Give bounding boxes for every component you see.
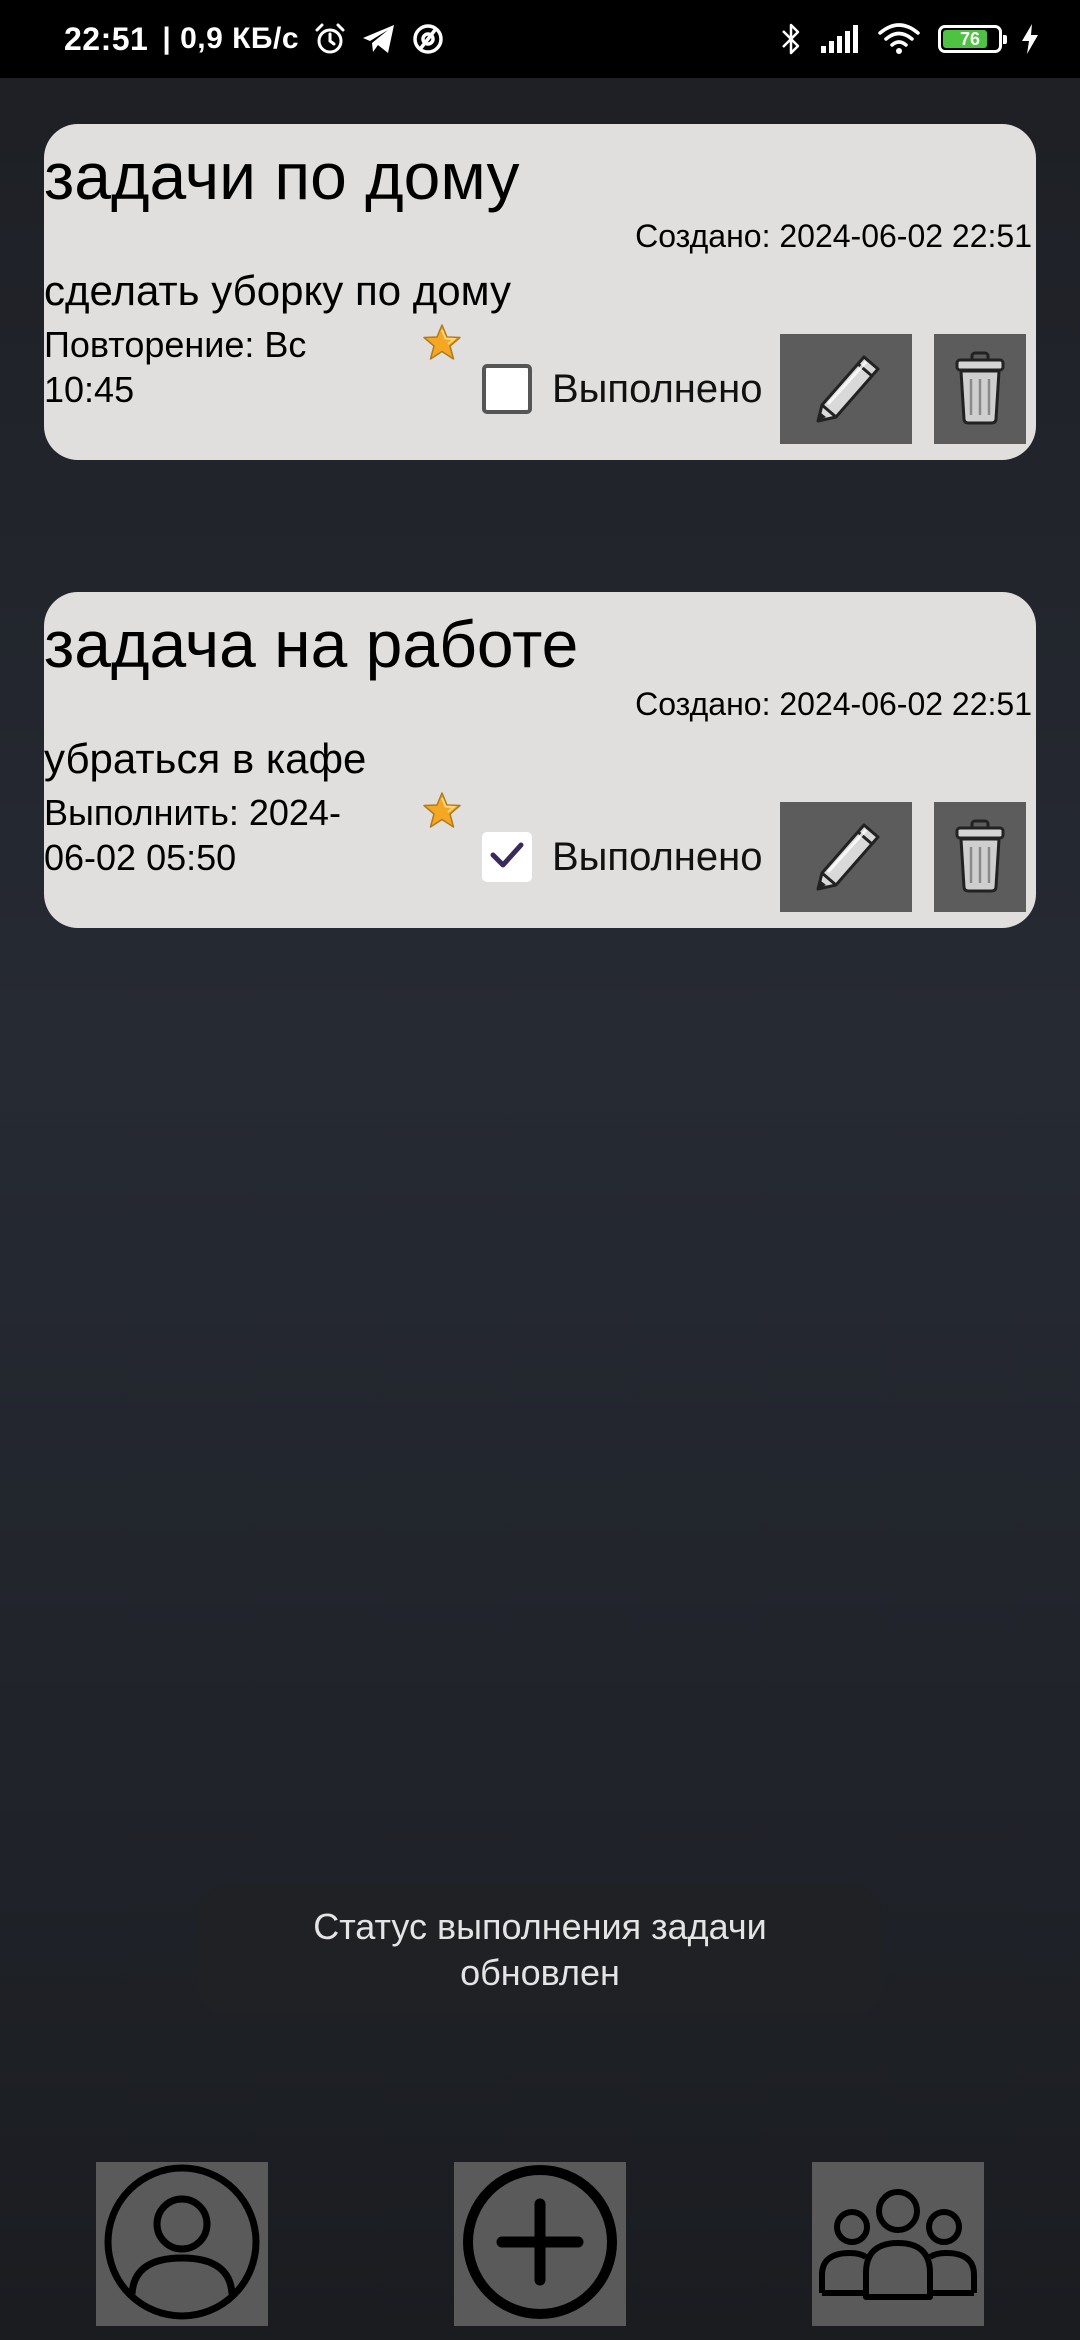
trash-icon: [951, 347, 1009, 432]
add-task-button[interactable]: [454, 2162, 626, 2326]
battery-level: 76: [959, 28, 981, 49]
signal-icon: [820, 24, 860, 54]
pencil-icon: [804, 347, 888, 432]
wifi-icon: [878, 23, 920, 55]
done-label[interactable]: Выполнено: [552, 832, 762, 882]
pencil-icon: [804, 815, 888, 900]
task-created-date: Создано: 2024-06-02 22:51: [635, 686, 1032, 722]
toast-notification: Статус выполнения задачи обновлен: [198, 1886, 882, 2014]
delete-button[interactable]: [934, 334, 1026, 444]
task-description: убраться в кафе: [44, 735, 367, 782]
profile-button[interactable]: [96, 2162, 268, 2326]
edit-button[interactable]: [780, 802, 912, 912]
groups-button[interactable]: [812, 2162, 984, 2326]
status-bar-right: 76: [780, 0, 1040, 78]
trash-icon: [951, 815, 1009, 900]
add-task-icon: [460, 2162, 620, 2327]
bluetooth-icon: [780, 22, 802, 56]
alarm-icon: [313, 22, 347, 56]
task-title: задача на работе: [44, 607, 579, 681]
task-schedule: Выполнить: 2024-06-02 05:50: [44, 792, 341, 878]
battery-icon: 76: [938, 25, 1007, 53]
status-time: 22:51: [64, 20, 149, 57]
task-created-date: Создано: 2024-06-02 22:51: [635, 218, 1032, 254]
profile-icon: [102, 2162, 262, 2327]
groups-icon: [816, 2177, 980, 2312]
star-icon[interactable]: [422, 790, 462, 830]
toast-message: Статус выполнения задачи обновлен: [313, 1906, 767, 1993]
task-schedule: Повторение: Вс 10:45: [44, 324, 307, 410]
telegram-icon: [361, 22, 397, 56]
status-bar-left: 22:51 | 0,9 КБ/с: [64, 0, 445, 78]
delete-button[interactable]: [934, 802, 1026, 912]
task-card[interactable]: задачи по дому Создано: 2024-06-02 22:51…: [44, 124, 1036, 460]
done-checkbox[interactable]: [482, 364, 532, 414]
status-bar: 22:51 | 0,9 КБ/с 76: [0, 0, 1080, 78]
done-label[interactable]: Выполнено: [552, 364, 762, 414]
task-title: задачи по дому: [44, 139, 520, 213]
checkmark-icon: [489, 840, 525, 875]
star-icon[interactable]: [422, 322, 462, 362]
task-card[interactable]: задача на работе Создано: 2024-06-02 22:…: [44, 592, 1036, 928]
network-speed: | 0,9 КБ/с: [162, 22, 300, 55]
edit-button[interactable]: [780, 334, 912, 444]
task-description: сделать уборку по дому: [44, 267, 511, 314]
charging-icon: [1020, 23, 1040, 55]
done-checkbox[interactable]: [482, 832, 532, 882]
vpn-icon: [411, 22, 445, 56]
